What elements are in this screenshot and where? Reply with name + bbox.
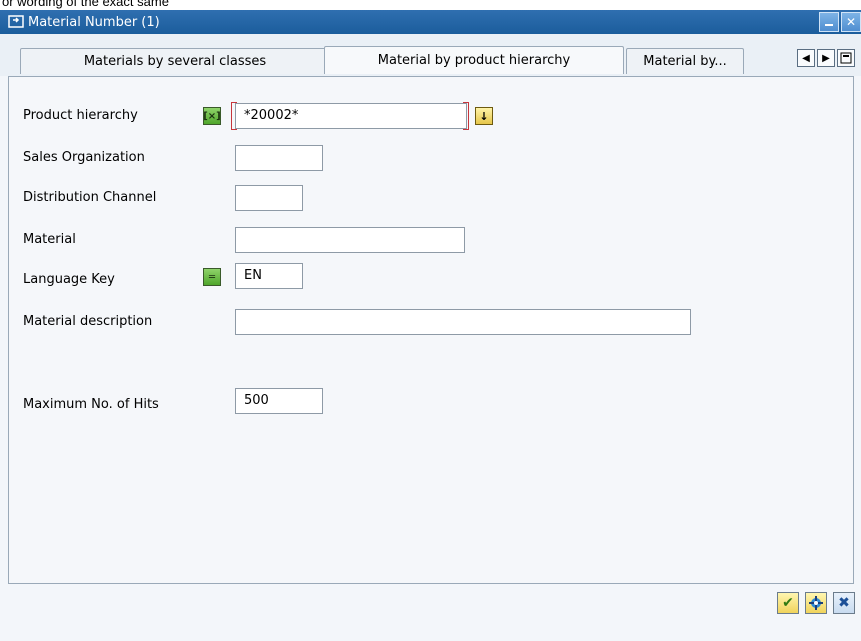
tab-label: Materials by several classes	[83, 54, 267, 69]
maximum-hits-input[interactable]: 500	[235, 388, 323, 414]
label-material-description: Material description	[23, 314, 153, 329]
distribution-channel-input[interactable]	[235, 185, 303, 211]
tab-label: Material by...	[643, 54, 727, 69]
material-input[interactable]	[235, 227, 465, 253]
label-maximum-hits: Maximum No. of Hits	[23, 397, 159, 412]
cancel-icon[interactable]: ✖	[833, 592, 855, 614]
chevron-right-icon[interactable]: ▶	[817, 49, 835, 67]
product-hierarchy-input[interactable]: *20002*	[235, 103, 467, 129]
tab-material-by-product-hierarchy[interactable]: Material by product hierarchy	[324, 46, 624, 74]
language-key-input[interactable]: EN	[235, 263, 303, 289]
tab-strip: Materials by several classes Material by…	[0, 34, 861, 76]
sales-organization-input[interactable]	[235, 145, 323, 171]
equals-option-icon[interactable]: ═	[203, 268, 221, 286]
window-icon	[8, 14, 24, 30]
tab-material-by[interactable]: Material by...	[626, 48, 744, 74]
value-help-icon[interactable]: ↓	[475, 107, 493, 125]
tab-label: Material by product hierarchy	[377, 53, 571, 68]
list-icon[interactable]	[837, 49, 855, 67]
window-title: Material Number (1)	[28, 14, 160, 30]
close-icon[interactable]: ✕	[841, 12, 861, 32]
cut-text: or wording of the exact same	[0, 0, 861, 10]
minimize-icon[interactable]	[819, 12, 839, 32]
chevron-left-icon[interactable]: ◀	[797, 49, 815, 67]
material-description-input[interactable]	[235, 309, 691, 335]
required-right-bracket	[463, 102, 469, 130]
footer-buttons: ✔ ✖	[777, 592, 855, 614]
tab-materials-by-several-classes[interactable]: Materials by several classes	[20, 48, 330, 74]
multiple-selection-icon[interactable]	[805, 592, 827, 614]
label-distribution-channel: Distribution Channel	[23, 190, 157, 205]
checkmark-icon[interactable]: ✔	[777, 592, 799, 614]
window-titlebar: Material Number (1) ✕	[0, 10, 861, 34]
label-product-hierarchy: Product hierarchy	[23, 108, 138, 123]
selection-panel: Product hierarchy [×] *20002* ↓ Sales Or…	[8, 76, 854, 584]
label-language-key: Language Key	[23, 272, 115, 287]
label-sales-organization: Sales Organization	[23, 150, 145, 165]
label-material: Material	[23, 232, 76, 247]
selection-option-icon[interactable]: [×]	[203, 107, 221, 125]
